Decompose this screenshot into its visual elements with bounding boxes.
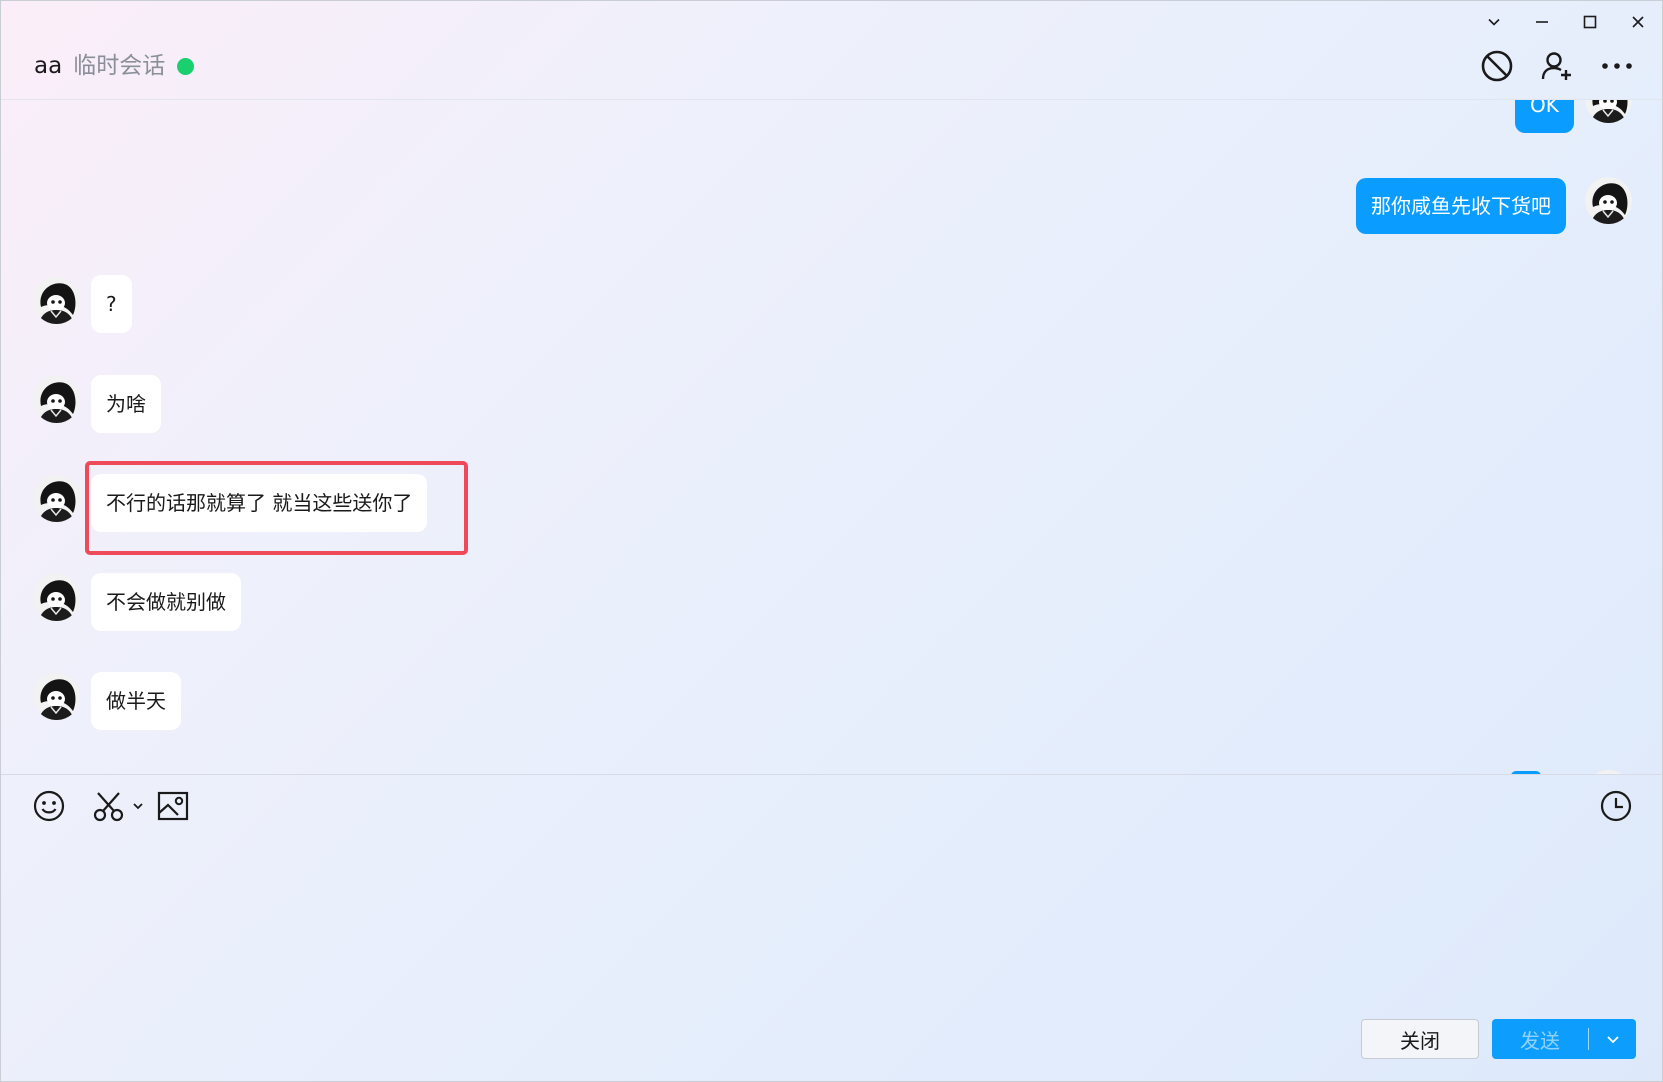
message-list[interactable]: OK 那你咸鱼先收下货吧 ? 为啥 不行的话那就算了 就当这些送你了 不会做就别…	[1, 100, 1662, 774]
chat-title: aa 临时会话	[34, 51, 195, 81]
chat-header: aa 临时会话	[1, 1, 1662, 100]
contact-name[interactable]: aa	[34, 51, 62, 81]
header-actions	[1478, 47, 1636, 85]
my-avatar[interactable]	[1585, 100, 1632, 123]
contact-avatar[interactable]	[33, 673, 80, 720]
contact-avatar[interactable]	[33, 574, 80, 621]
contact-avatar[interactable]	[33, 475, 80, 522]
add-member-button[interactable]	[1538, 47, 1576, 85]
session-type-label: 临时会话	[73, 53, 166, 79]
image-icon	[157, 791, 189, 821]
message-bubble-incoming[interactable]: 做半天	[91, 672, 181, 730]
history-button[interactable]	[1599, 789, 1633, 823]
send-image-button[interactable]	[156, 789, 190, 823]
message-bubble-incoming[interactable]: ?	[91, 275, 132, 333]
send-button-group: 发送	[1492, 1019, 1636, 1059]
screenshot-button[interactable]	[92, 789, 126, 823]
block-button[interactable]	[1478, 47, 1516, 85]
block-icon	[1481, 50, 1513, 82]
screenshot-options-button[interactable]	[131, 789, 145, 823]
message-bubble-incoming[interactable]: 不会做就别做	[91, 573, 241, 631]
add-user-icon	[1541, 52, 1571, 80]
online-status-indicator	[177, 57, 195, 75]
send-options-button[interactable]	[1589, 1019, 1636, 1059]
message-bubble-outgoing[interactable]: OK	[1515, 100, 1574, 133]
highlight-annotation	[85, 461, 468, 555]
message-bubble-incoming[interactable]: 为啥	[91, 375, 161, 433]
my-avatar[interactable]	[1585, 177, 1632, 224]
chevron-down-icon	[133, 803, 143, 810]
chat-window: aa 临时会话 OK 那你咸鱼先收下货吧 ? 为啥 不行的话那就算了 就当这些送…	[0, 0, 1663, 1082]
contact-avatar[interactable]	[33, 376, 80, 423]
send-button[interactable]: 发送	[1492, 1025, 1588, 1054]
scissors-icon	[93, 792, 124, 822]
more-options-button[interactable]	[1598, 47, 1636, 85]
chevron-down-icon	[1606, 1036, 1619, 1044]
message-input[interactable]	[21, 841, 1642, 1011]
contact-avatar[interactable]	[33, 277, 80, 324]
emoji-icon	[33, 790, 65, 822]
more-icon	[1602, 63, 1632, 69]
clock-icon	[1600, 790, 1632, 822]
input-toolbar	[1, 774, 1662, 835]
emoji-button[interactable]	[32, 789, 66, 823]
message-bubble-outgoing[interactable]: 那你咸鱼先收下货吧	[1356, 178, 1566, 234]
close-button[interactable]: 关闭	[1361, 1019, 1479, 1059]
